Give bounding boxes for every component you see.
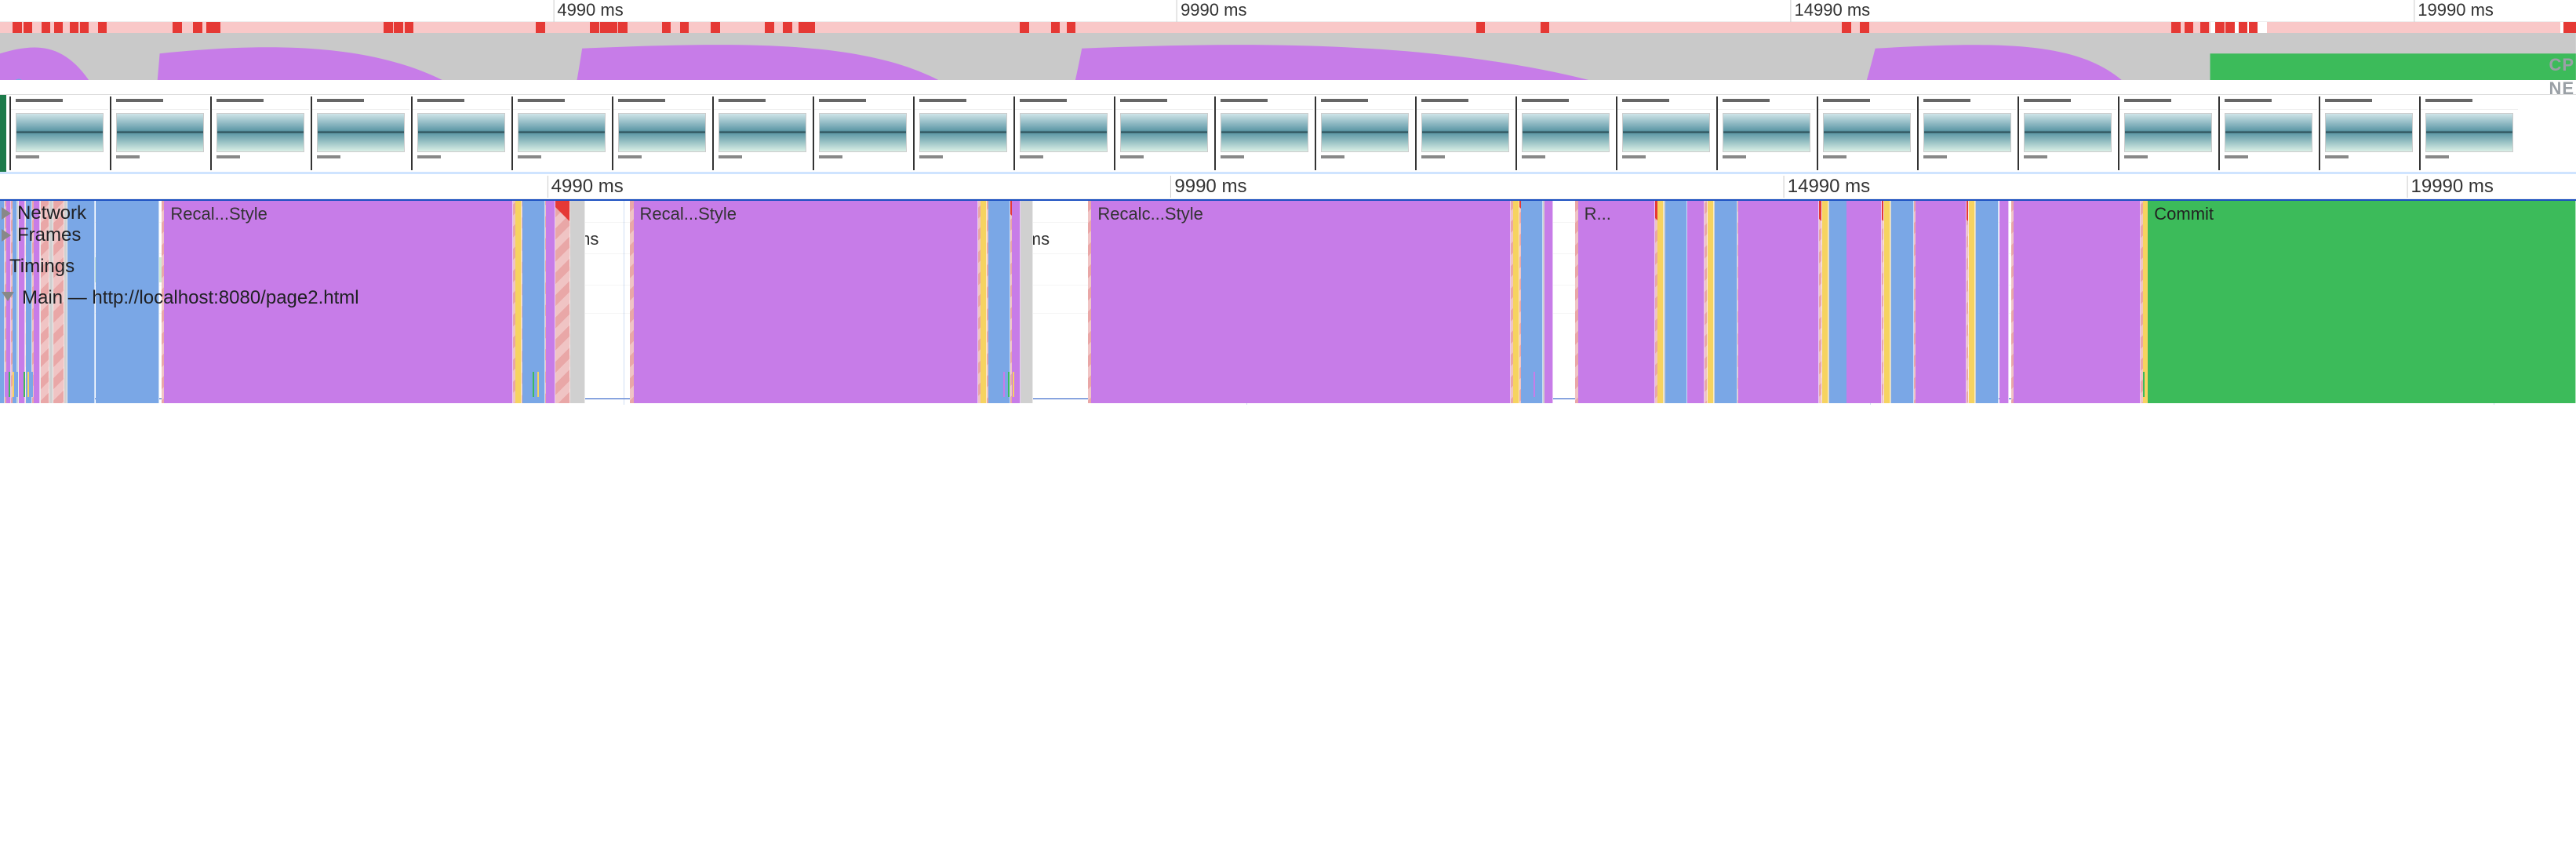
ruler-tick: 9990 ms [1170,176,1246,198]
screenshot-filmstrip[interactable] [0,94,2576,173]
filmstrip-frame[interactable] [1415,96,1514,170]
ruler-tick: 14990 ms [1784,176,1870,198]
filmstrip-frame[interactable] [2218,96,2317,170]
filmstrip-frame[interactable] [1214,96,1313,170]
filmstrip-frame[interactable] [1817,96,1916,170]
timings-track-label: Timings [9,256,75,278]
main-track-label: Main — http://localhost:8080/page2.html [22,287,359,309]
expand-icon[interactable] [2,207,11,220]
detail-tracks: Network Frames 3700.1 ms 3633.8 ms 3916.… [0,199,2576,405]
expand-icon[interactable] [2,229,11,242]
filmstrip-frame[interactable] [712,96,811,170]
filmstrip-frame[interactable] [110,96,209,170]
filmstrip-frame[interactable] [813,96,911,170]
filmstrip-frame[interactable] [411,96,510,170]
timeline-ruler-detail[interactable]: 4990 ms 9990 ms 14990 ms 19990 ms [0,173,2576,199]
overview-longtask-strip[interactable] [0,22,2576,33]
filmstrip-frame[interactable] [1515,96,1614,170]
filmstrip-frame[interactable] [1616,96,1715,170]
ruler-tick: 19990 ms [2407,176,2494,198]
filmstrip-frame[interactable] [2118,96,2217,170]
ruler-tick: 14990 ms [1791,0,1871,22]
filmstrip-frame[interactable] [210,96,309,170]
filmstrip-frame[interactable] [1716,96,1815,170]
filmstrip-frame[interactable] [311,96,409,170]
filmstrip-frame[interactable] [1917,96,2016,170]
cpu-overview[interactable]: CP [0,33,2576,80]
ruler-tick: 19990 ms [2414,0,2494,22]
filmstrip-frame[interactable] [2319,96,2418,170]
filmstrip-frame[interactable] [1315,96,1414,170]
ruler-tick: 4990 ms [548,176,624,198]
timeline-ruler-top[interactable]: 4990 ms 9990 ms 14990 ms 19990 ms [0,0,2576,22]
collapse-icon[interactable] [2,292,14,301]
network-track-label: Network [17,202,86,224]
filmstrip-frame[interactable] [511,96,610,170]
filmstrip-frame[interactable] [612,96,711,170]
ruler-tick: 9990 ms [1177,0,1246,22]
filmstrip-frame[interactable] [1013,96,1112,170]
filmstrip-frame[interactable] [2018,96,2116,170]
cpu-area-svg [0,33,2576,80]
network-overview[interactable]: NE [0,80,2576,94]
frames-track-label: Frames [17,224,81,246]
filmstrip-frame[interactable] [1114,96,1213,170]
ruler-tick: 4990 ms [553,0,623,22]
flame-row-children[interactable] [0,370,2576,398]
filmstrip-frame[interactable] [913,96,1012,170]
flame-row-rendering[interactable]: Recal...StyleRecal...StyleRecalc...Style… [0,342,2576,370]
filmstrip-frame[interactable] [2419,96,2518,170]
cpu-track-label: CP [2549,55,2574,75]
filmstrip-frame[interactable] [9,96,108,170]
